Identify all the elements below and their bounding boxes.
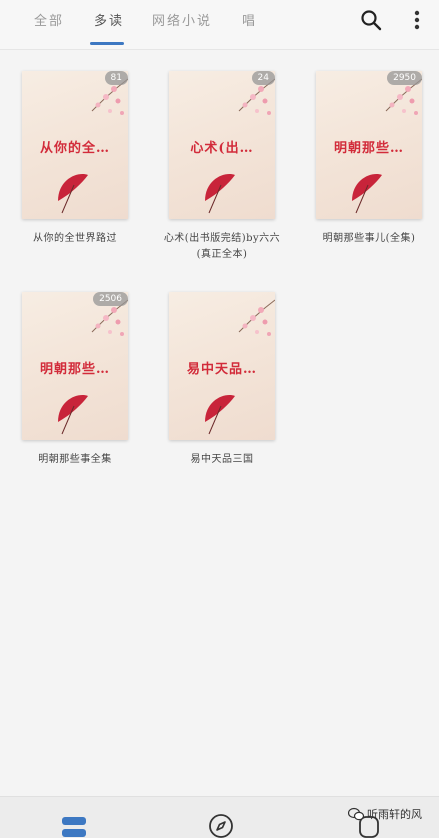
unread-count-badge: 2950 bbox=[387, 71, 422, 85]
more-vertical-icon[interactable] bbox=[410, 9, 424, 33]
book-title: 从你的全世界路过 bbox=[33, 233, 117, 244]
tab-all[interactable]: 全部 bbox=[34, 10, 64, 29]
cover-title: 易中天品… bbox=[186, 362, 257, 377]
bookshelf-icon[interactable] bbox=[61, 815, 87, 838]
book-cover[interactable]: 明朝那些… 2506 bbox=[22, 292, 128, 440]
book-cover[interactable]: 从你的全… 81 bbox=[22, 71, 128, 219]
tab-more-reading[interactable]: 多读 bbox=[94, 10, 124, 29]
book-card[interactable]: 明朝那些… 2950 明朝那些事儿(全集) bbox=[316, 71, 422, 251]
cover-title: 明朝那些… bbox=[39, 362, 110, 377]
book-cover[interactable]: 明朝那些… 2950 bbox=[316, 71, 422, 219]
top-bar: 全部 多读 网络小说 唱 bbox=[0, 0, 439, 50]
cover-title: 明朝那些… bbox=[333, 141, 404, 156]
cover-title: 心术(出… bbox=[190, 141, 254, 156]
watermark-text: 听雨轩的风 bbox=[367, 808, 422, 821]
book-title: 心术(出书版完结)by六六(真正全本) bbox=[163, 233, 281, 260]
book-card[interactable]: 心术(出… 24 心术(出书版完结)by六六(真正全本) bbox=[164, 71, 280, 260]
book-cover[interactable]: 心术(出… 24 bbox=[169, 71, 275, 219]
book-cover[interactable]: 易中天品… bbox=[169, 292, 275, 440]
active-tab-indicator bbox=[90, 42, 124, 45]
tab-sing[interactable]: 唱 bbox=[242, 10, 257, 29]
wechat-logo-icon bbox=[348, 807, 364, 821]
watermark: 听雨轩的风 bbox=[348, 804, 422, 824]
book-title: 易中天品三国 bbox=[190, 454, 254, 465]
unread-count-badge: 81 bbox=[104, 71, 128, 85]
book-card[interactable]: 明朝那些… 2506 明朝那些事全集 bbox=[22, 292, 128, 472]
book-title: 明朝那些事全集 bbox=[38, 454, 112, 465]
book-card[interactable]: 易中天品… 易中天品三国 bbox=[169, 292, 275, 472]
compass-icon[interactable] bbox=[208, 813, 234, 838]
book-card[interactable]: 从你的全… 81 从你的全世界路过 bbox=[22, 71, 128, 251]
unread-count-badge: 24 bbox=[251, 71, 275, 85]
book-title: 明朝那些事儿(全集) bbox=[322, 233, 416, 244]
tab-web-novels[interactable]: 网络小说 bbox=[152, 10, 212, 29]
cover-title: 从你的全… bbox=[39, 141, 110, 156]
unread-count-badge: 2506 bbox=[93, 292, 128, 306]
search-icon[interactable] bbox=[360, 9, 382, 31]
